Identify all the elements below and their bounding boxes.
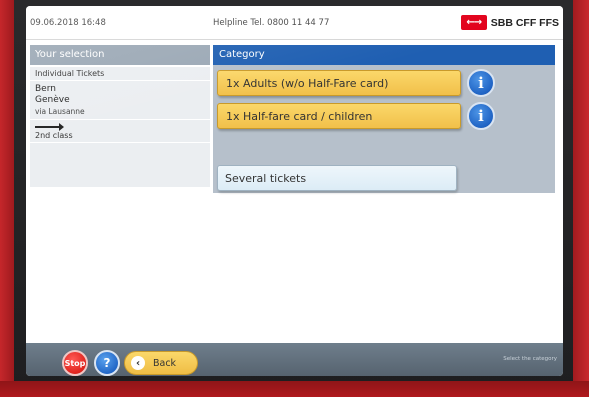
category-panel: 1x Adults (w/o Half-Fare card) i 1x Half… xyxy=(213,65,555,193)
machine-casing-left xyxy=(0,0,14,397)
top-bar: 09.06.2018 16:48 Helpline Tel. 0800 11 4… xyxy=(26,6,563,40)
stop-button[interactable]: Stop xyxy=(62,350,88,376)
back-label: Back xyxy=(153,357,177,369)
status-hint: Select the category xyxy=(503,356,557,362)
sbb-logo: ←→ SBB CFF FFS xyxy=(460,15,559,30)
helpline-text: Helpline Tel. 0800 11 44 77 xyxy=(213,18,330,28)
datetime: 09.06.2018 16:48 xyxy=(30,18,106,28)
several-tickets-button[interactable]: Several tickets xyxy=(217,165,457,191)
info-icon[interactable]: i xyxy=(467,102,495,130)
sbb-swiss-cross-arrows-icon: ←→ xyxy=(460,15,487,30)
ticket-machine-screen: 09.06.2018 16:48 Helpline Tel. 0800 11 4… xyxy=(26,6,563,376)
info-icon[interactable]: i xyxy=(467,69,495,97)
ticket-type: Individual Tickets xyxy=(30,67,210,81)
back-button[interactable]: ‹ Back xyxy=(124,351,198,375)
single-arrow-icon xyxy=(35,123,64,131)
chevron-left-icon: ‹ xyxy=(131,356,145,370)
adult-ticket-button[interactable]: 1x Adults (w/o Half-Fare card) xyxy=(217,70,461,96)
your-selection-title: Your selection xyxy=(30,45,210,65)
travel-class: 2nd class xyxy=(35,131,73,140)
help-button[interactable]: ? xyxy=(94,350,120,376)
direction-row: 2nd class xyxy=(30,120,210,143)
route-from: Bern xyxy=(35,84,56,94)
machine-casing-right xyxy=(573,0,589,397)
selection-summary: Individual Tickets Bern Genève via Lausa… xyxy=(30,67,210,187)
half-fare-ticket-button[interactable]: 1x Half-fare card / children xyxy=(217,103,461,129)
route-via: via Lausanne xyxy=(35,107,85,116)
route-summary: Bern Genève via Lausanne xyxy=(30,81,210,120)
category-title: Category xyxy=(213,45,555,65)
machine-casing-bottom xyxy=(0,381,589,397)
route-to: Genève xyxy=(35,95,70,105)
logo-text: SBB CFF FFS xyxy=(490,16,559,29)
